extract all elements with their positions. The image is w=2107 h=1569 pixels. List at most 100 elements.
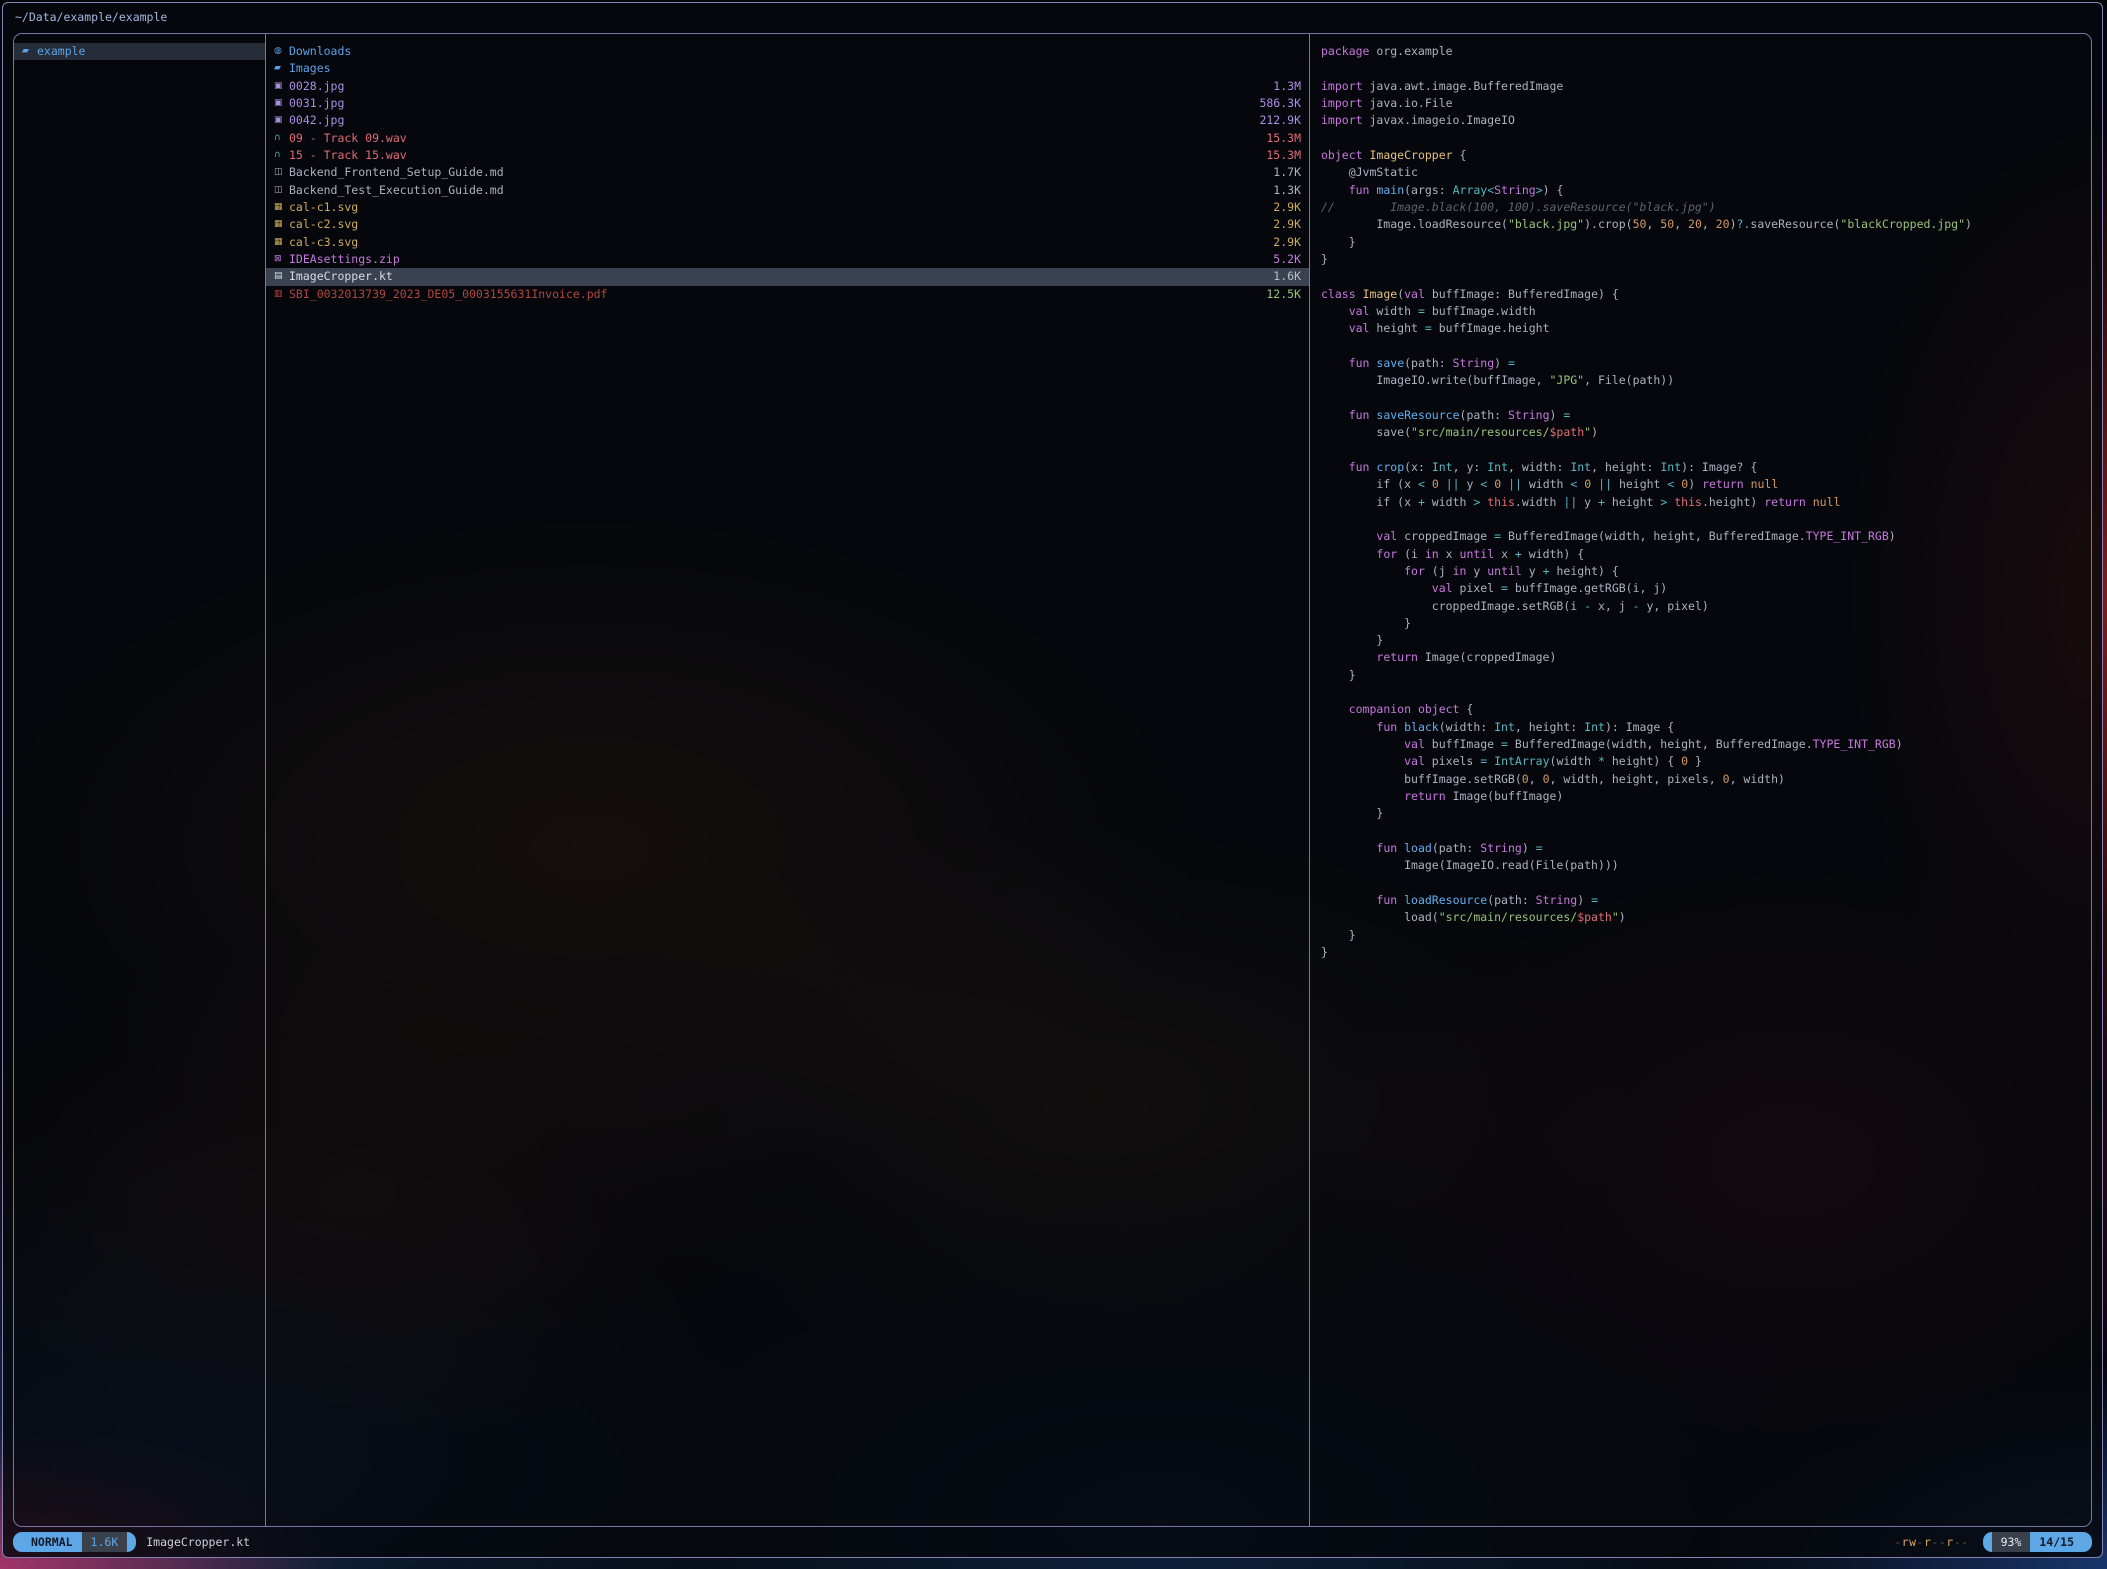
permissions-text: -rw-r--r-- — [1894, 1535, 1968, 1549]
code-line: load("src/main/resources/$path") — [1310, 909, 2091, 926]
code-line: // Image.black(100, 100).saveResource("b… — [1310, 199, 2091, 216]
code-line: fun saveResource(path: String) = — [1310, 407, 2091, 424]
file-row[interactable]: ▦cal-c2.svg2.9K — [266, 216, 1309, 233]
code-line: import java.awt.image.BufferedImage — [1310, 78, 2091, 95]
file-row[interactable]: ▦cal-c3.svg2.9K — [266, 234, 1309, 251]
file-row[interactable]: ▣0031.jpg586.3K — [266, 95, 1309, 112]
file-row[interactable]: ▥SBI_0032013739_2023_DE05_0003155631Invo… — [266, 286, 1309, 303]
file-name: 0031.jpg — [289, 95, 1259, 112]
code-line — [1310, 684, 2091, 701]
file-size: 15.3M — [1266, 147, 1301, 164]
file-size: 2.9K — [1273, 234, 1301, 251]
file-size: 586.3K — [1259, 95, 1301, 112]
terminal-window: ~/Data/example/example ▰example ◍Downloa… — [2, 2, 2103, 1558]
code-line: fun main(args: Array<String>) { — [1310, 182, 2091, 199]
position-right-cap — [2083, 1532, 2092, 1552]
code-line: fun load(path: String) = — [1310, 840, 2091, 857]
code-line: } — [1310, 805, 2091, 822]
file-row[interactable]: ▤ImageCropper.kt1.6K — [266, 268, 1309, 285]
image-icon: ▣ — [274, 112, 289, 129]
pdf-icon: ▥ — [274, 286, 289, 303]
code-line: fun save(path: String) = — [1310, 355, 2091, 372]
status-bar: NORMAL 1.6K ImageCropper.kt -rw-r--r-- 9… — [13, 1530, 2092, 1554]
file-row[interactable]: ▣0042.jpg212.9K — [266, 112, 1309, 129]
file-row[interactable]: ▰example — [14, 43, 265, 60]
file-name: 09 - Track 09.wav — [289, 130, 1266, 147]
code-line: if (x + width > this.width || y + height… — [1310, 494, 2091, 511]
file-row[interactable]: ▦cal-c1.svg2.9K — [266, 199, 1309, 216]
pill-right-cap — [127, 1532, 136, 1552]
code-line: } — [1310, 234, 2091, 251]
code-line — [1310, 268, 2091, 285]
code-line — [1310, 511, 2091, 528]
file-name: cal-c1.svg — [289, 199, 1273, 216]
svg-icon: ▦ — [274, 199, 289, 216]
code-line: } — [1310, 251, 2091, 268]
code-line: croppedImage.setRGB(i - x, j - y, pixel) — [1310, 598, 2091, 615]
code-line — [1310, 875, 2091, 892]
code-line: if (x < 0 || y < 0 || width < 0 || heigh… — [1310, 476, 2091, 493]
file-row[interactable]: ◫Backend_Frontend_Setup_Guide.md1.7K — [266, 164, 1309, 181]
code-line: import java.io.File — [1310, 95, 2091, 112]
code-line: package org.example — [1310, 43, 2091, 60]
mode-pill: NORMAL 1.6K — [13, 1532, 136, 1552]
code-line: return Image(buffImage) — [1310, 788, 2091, 805]
code-line: val pixel = buffImage.getRGB(i, j) — [1310, 580, 2091, 597]
code-line — [1310, 60, 2091, 77]
file-size: 212.9K — [1259, 112, 1301, 129]
file-size: 2.9K — [1273, 199, 1301, 216]
preview-pane: package org.example import java.awt.imag… — [1310, 34, 2091, 1526]
code-line: val pixels = IntArray(width * height) { … — [1310, 753, 2091, 770]
code-line — [1310, 823, 2091, 840]
file-size-segment: 1.6K — [82, 1532, 128, 1552]
pill-left-cap — [13, 1532, 22, 1552]
code-line: } — [1310, 927, 2091, 944]
svg-icon: ▦ — [274, 234, 289, 251]
code-line: val width = buffImage.width — [1310, 303, 2091, 320]
code-line — [1310, 130, 2091, 147]
markdown-icon: ◫ — [274, 164, 289, 181]
file-name: cal-c3.svg — [289, 234, 1273, 251]
code-line — [1310, 338, 2091, 355]
file-name: 15 - Track 15.wav — [289, 147, 1266, 164]
code-line: fun loadResource(path: String) = — [1310, 892, 2091, 909]
status-filename: ImageCropper.kt — [146, 1535, 250, 1549]
parent-file-list: ▰example — [14, 43, 265, 60]
audio-icon: ∩ — [274, 147, 289, 164]
audio-icon: ∩ — [274, 130, 289, 147]
code-line — [1310, 442, 2091, 459]
file-name: IDEAsettings.zip — [289, 251, 1273, 268]
code-line: save("src/main/resources/$path") — [1310, 424, 2091, 441]
file-row[interactable]: ⊠IDEAsettings.zip5.2K — [266, 251, 1309, 268]
file-row[interactable]: ∩09 - Track 09.wav15.3M — [266, 130, 1309, 147]
code-line: Image(ImageIO.read(File(path))) — [1310, 857, 2091, 874]
code-line: val croppedImage = BufferedImage(width, … — [1310, 528, 2091, 545]
markdown-icon: ◫ — [274, 182, 289, 199]
file-manager-panes: ▰example ◍Downloads▰Images▣0028.jpg1.3M▣… — [13, 33, 2092, 1527]
code-line: @JvmStatic — [1310, 164, 2091, 181]
code-line: } — [1310, 667, 2091, 684]
image-icon: ▣ — [274, 78, 289, 95]
file-name: SBI_0032013739_2023_DE05_0003155631Invoi… — [289, 286, 1266, 303]
file-name: Backend_Test_Execution_Guide.md — [289, 182, 1273, 199]
file-name: cal-c2.svg — [289, 216, 1273, 233]
file-size: 15.3M — [1266, 130, 1301, 147]
code-line: ImageIO.write(buffImage, "JPG", File(pat… — [1310, 372, 2091, 389]
file-row[interactable]: ◫Backend_Test_Execution_Guide.md1.3K — [266, 182, 1309, 199]
file-name: 0028.jpg — [289, 78, 1273, 95]
file-row[interactable]: ∩15 - Track 15.wav15.3M — [266, 147, 1309, 164]
file-size: 5.2K — [1273, 251, 1301, 268]
folder-icon: ▰ — [22, 43, 37, 60]
file-name: Downloads — [289, 43, 1301, 60]
file-size: 1.7K — [1273, 164, 1301, 181]
code-line: buffImage.setRGB(0, 0, width, height, pi… — [1310, 771, 2091, 788]
archive-icon: ⊠ — [274, 251, 289, 268]
status-right-group: -rw-r--r-- 93% 14/15 — [1894, 1532, 2092, 1552]
position-left-cap — [1983, 1532, 1992, 1552]
kotlin-icon: ▤ — [274, 268, 289, 285]
file-row[interactable]: ▰Images — [266, 60, 1309, 77]
file-row[interactable]: ◍Downloads — [266, 43, 1309, 60]
file-name: example — [37, 43, 257, 60]
cursor-position: 14/15 — [2030, 1532, 2083, 1552]
file-row[interactable]: ▣0028.jpg1.3M — [266, 78, 1309, 95]
